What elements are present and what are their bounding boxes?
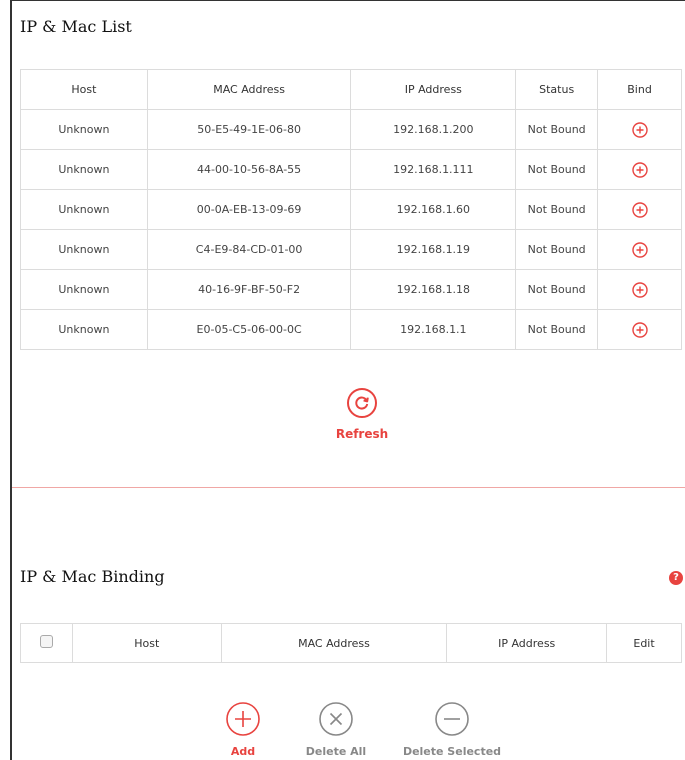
col-host: Host <box>71 623 222 663</box>
delete-selected-button[interactable]: Delete Selected <box>397 701 507 758</box>
refresh-label: Refresh <box>335 427 389 441</box>
col-bind: Bind <box>597 69 682 110</box>
ip-mac-list-title: IP & Mac List <box>20 17 132 36</box>
bind-cell <box>597 269 682 310</box>
cell-status: Not Bound <box>515 189 599 230</box>
bind-cell <box>597 229 682 270</box>
bind-cell <box>597 189 682 230</box>
col-ip-address: IP Address <box>446 623 608 663</box>
plus-circle-icon[interactable] <box>631 201 648 218</box>
main-panel: IP & Mac List Host MAC Address IP Addres… <box>10 0 685 760</box>
ip-mac-binding-title: IP & Mac Binding <box>20 567 165 586</box>
cell-ip: 192.168.1.19 <box>350 229 517 270</box>
delete-all-label: Delete All <box>305 745 367 758</box>
plus-circle-icon[interactable] <box>631 121 648 138</box>
refresh-button[interactable]: Refresh <box>322 387 402 441</box>
binding-header-row: Host MAC Address IP Address Edit <box>20 623 682 663</box>
cell-ip: 192.168.1.200 <box>350 109 517 150</box>
col-host: Host <box>20 69 148 110</box>
cell-status: Not Bound <box>515 309 599 350</box>
cell-host: Unknown <box>20 189 148 230</box>
delete-all-icon <box>319 702 353 736</box>
cell-mac: E0-05-C5-06-00-0C <box>146 309 352 350</box>
cell-host: Unknown <box>20 309 148 350</box>
plus-circle-icon[interactable] <box>631 161 648 178</box>
table-row: Unknown 50-E5-49-1E-06-80 192.168.1.200 … <box>20 109 682 150</box>
add-icon <box>226 702 260 736</box>
plus-circle-icon[interactable] <box>631 321 648 338</box>
select-all-checkbox[interactable] <box>39 635 53 648</box>
cell-ip: 192.168.1.111 <box>350 149 517 190</box>
cell-ip: 192.168.1.18 <box>350 269 517 310</box>
cell-ip: 192.168.1.1 <box>350 309 517 350</box>
list-header-row: Host MAC Address IP Address Status Bind <box>20 69 682 110</box>
cell-mac: 50-E5-49-1E-06-80 <box>146 109 352 150</box>
delete-selected-icon <box>435 702 469 736</box>
cell-host: Unknown <box>20 229 148 270</box>
cell-mac: C4-E9-84-CD-01-00 <box>146 229 352 270</box>
cell-mac: 00-0A-EB-13-09-69 <box>146 189 352 230</box>
cell-ip: 192.168.1.60 <box>350 189 517 230</box>
cell-host: Unknown <box>20 269 148 310</box>
col-edit: Edit <box>606 623 682 663</box>
table-row: Unknown C4-E9-84-CD-01-00 192.168.1.19 N… <box>20 229 682 270</box>
col-mac-address: MAC Address <box>220 623 448 663</box>
ip-mac-binding-table: Host MAC Address IP Address Edit <box>20 623 682 663</box>
cell-status: Not Bound <box>515 149 599 190</box>
section-divider <box>12 487 685 488</box>
table-row: Unknown E0-05-C5-06-00-0C 192.168.1.1 No… <box>20 309 682 350</box>
table-row: Unknown 00-0A-EB-13-09-69 192.168.1.60 N… <box>20 189 682 230</box>
col-ip-address: IP Address <box>350 69 517 110</box>
plus-circle-icon[interactable] <box>631 241 648 258</box>
delete-selected-label: Delete Selected <box>402 745 502 758</box>
cell-host: Unknown <box>20 109 148 150</box>
col-status: Status <box>515 69 599 110</box>
select-all-cell <box>20 623 73 663</box>
help-icon[interactable]: ? <box>669 571 683 585</box>
plus-circle-icon[interactable] <box>631 281 648 298</box>
cell-status: Not Bound <box>515 269 599 310</box>
delete-all-button[interactable]: Delete All <box>281 701 391 758</box>
bind-cell <box>597 309 682 350</box>
cell-mac: 44-00-10-56-8A-55 <box>146 149 352 190</box>
cell-status: Not Bound <box>515 109 599 150</box>
cell-host: Unknown <box>20 149 148 190</box>
refresh-icon <box>347 388 377 418</box>
cell-mac: 40-16-9F-BF-50-F2 <box>146 269 352 310</box>
bind-cell <box>597 109 682 150</box>
cell-status: Not Bound <box>515 229 599 270</box>
table-row: Unknown 44-00-10-56-8A-55 192.168.1.111 … <box>20 149 682 190</box>
bind-cell <box>597 149 682 190</box>
ip-mac-list-table: Host MAC Address IP Address Status Bind … <box>20 69 682 350</box>
col-mac-address: MAC Address <box>146 69 352 110</box>
table-row: Unknown 40-16-9F-BF-50-F2 192.168.1.18 N… <box>20 269 682 310</box>
